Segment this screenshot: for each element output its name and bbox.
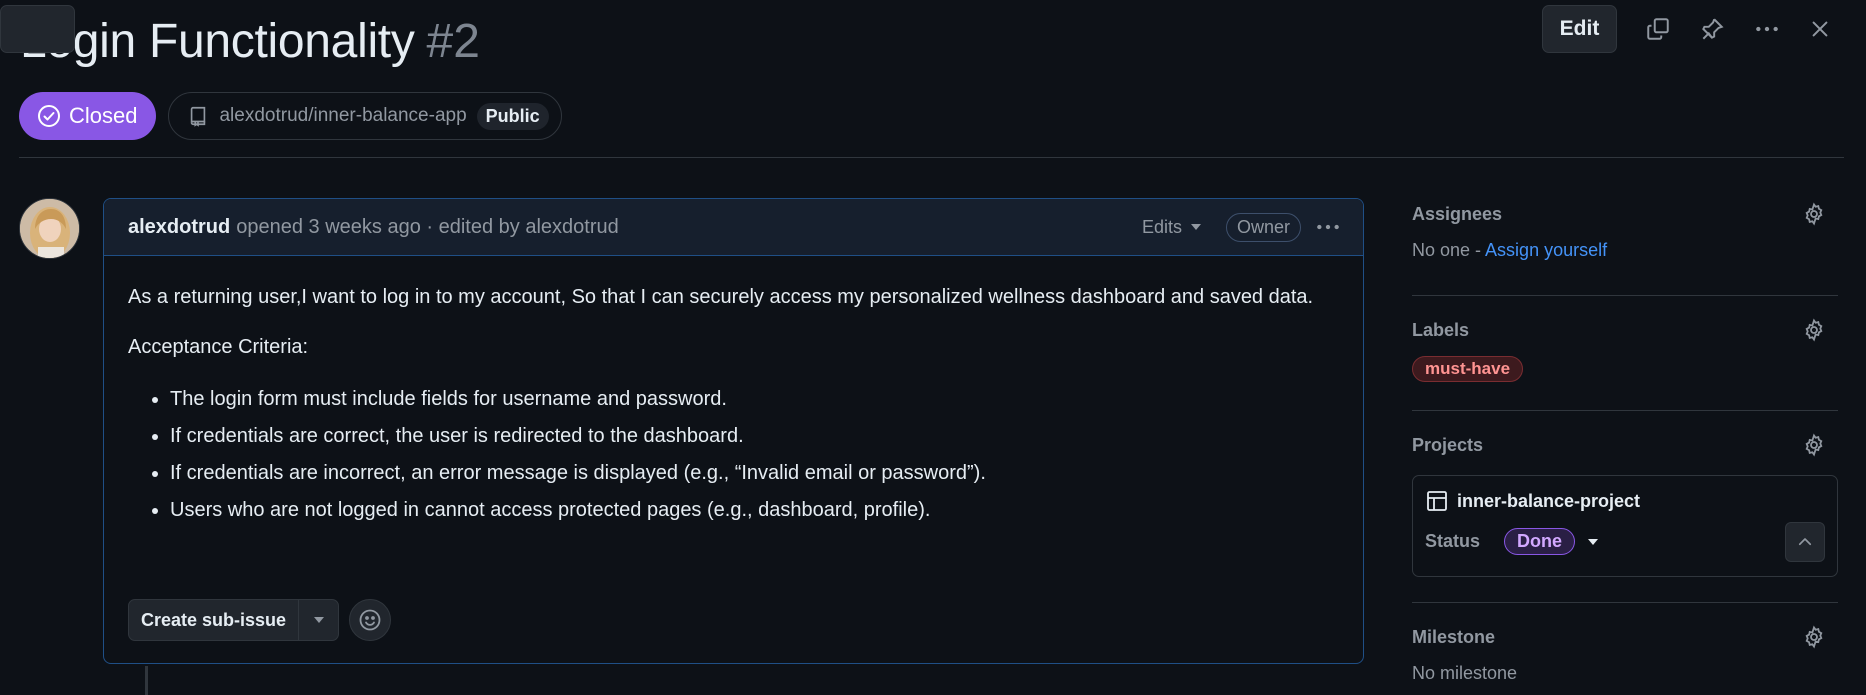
labels-section: Labels must-have xyxy=(1412,296,1838,410)
list-item: If credentials are incorrect, an error m… xyxy=(170,455,1339,492)
visibility-badge: Public xyxy=(476,102,549,130)
issue-title: Login Functionality xyxy=(20,15,415,68)
add-reaction-button[interactable] xyxy=(349,599,392,641)
issue-meta-row: Closed alexdotrud/inner-balance-app Publ… xyxy=(19,92,562,140)
comment-author[interactable]: alexdotrud xyxy=(128,216,230,239)
smiley-icon xyxy=(359,609,381,631)
state-label: Closed xyxy=(69,103,138,128)
table-icon xyxy=(1427,491,1447,511)
issue-sidebar: Assignees No one - Assign yourself Label… xyxy=(1412,200,1838,695)
milestone-value: No milestone xyxy=(1412,663,1518,683)
edit-button[interactable]: Edit xyxy=(1542,5,1617,53)
state-badge-closed: Closed xyxy=(19,92,157,140)
no-assignee-text: No one - xyxy=(1412,240,1486,260)
body-paragraph: Acceptance Criteria: xyxy=(128,336,309,358)
labels-list: must-have xyxy=(1412,356,1838,382)
projects-section: Projects inner-balance-project Status Do… xyxy=(1412,411,1838,602)
projects-heading: Projects xyxy=(1412,435,1484,455)
comment-meta: opened 3 weeks ago · edited by alexdotru… xyxy=(236,215,619,238)
milestone-gear-icon[interactable] xyxy=(1802,625,1826,654)
avatar[interactable] xyxy=(19,198,80,259)
chevron-up-icon xyxy=(1798,538,1812,546)
sub-issue-menu-button[interactable] xyxy=(298,600,338,640)
create-sub-issue-button[interactable]: Create sub-issue xyxy=(129,600,298,640)
status-label: Status xyxy=(1425,531,1481,551)
project-title[interactable]: inner-balance-project xyxy=(1425,489,1640,513)
acceptance-criteria-list: The login form must include fields for u… xyxy=(170,381,1339,529)
assignees-value: No one - Assign yourself xyxy=(1412,240,1838,261)
assignees-section: Assignees No one - Assign yourself xyxy=(1412,200,1838,295)
check-circle-icon xyxy=(38,105,60,127)
caret-down-icon[interactable] xyxy=(1587,538,1599,546)
comment-header-actions: Edits Owner xyxy=(1142,212,1341,242)
assign-yourself-link[interactable]: Assign yourself xyxy=(1485,240,1607,260)
list-item: Users who are not logged in cannot acces… xyxy=(170,492,1339,529)
milestone-section: Milestone No milestone xyxy=(1412,603,1838,695)
owner-badge: Owner xyxy=(1225,212,1301,242)
timeline-line xyxy=(145,666,148,695)
comment-kebab-icon[interactable] xyxy=(1315,214,1341,240)
assignees-heading: Assignees xyxy=(1412,204,1503,224)
list-item: The login form must include fields for u… xyxy=(170,381,1339,418)
body-paragraph: As a returning user,I want to log in to … xyxy=(128,286,1314,308)
issue-title-row: Login Functionality #2 xyxy=(20,14,480,69)
edits-dropdown[interactable]: Edits xyxy=(1142,217,1202,238)
status-badge[interactable]: Done xyxy=(1504,528,1576,555)
edits-label: Edits xyxy=(1141,216,1182,237)
labels-gear-icon[interactable] xyxy=(1802,318,1826,347)
project-status-row: Status Done xyxy=(1425,528,1599,555)
issue-body-comment: alexdotrud opened 3 weeks ago · edited b… xyxy=(103,198,1364,664)
assignees-gear-icon[interactable] xyxy=(1802,202,1826,231)
issue-number: #2 xyxy=(426,15,480,68)
placeholder xyxy=(0,5,75,53)
kebab-icon[interactable] xyxy=(1747,5,1787,53)
repo-icon xyxy=(191,106,206,127)
create-sub-issue-split-button: Create sub-issue xyxy=(128,599,340,641)
copy-icon[interactable] xyxy=(1638,5,1678,53)
collapse-project-button[interactable] xyxy=(1785,522,1825,562)
project-card: inner-balance-project Status Done xyxy=(1412,475,1838,577)
close-icon[interactable] xyxy=(1800,5,1840,53)
list-item: If credentials are correct, the user is … xyxy=(170,418,1339,455)
projects-gear-icon[interactable] xyxy=(1802,433,1826,462)
repo-link[interactable]: alexdotrud/inner-balance-app Public xyxy=(168,92,562,140)
caret-down-icon xyxy=(313,617,324,623)
comment-header: alexdotrud opened 3 weeks ago · edited b… xyxy=(104,199,1363,256)
pin-icon[interactable] xyxy=(1692,5,1732,53)
project-name: inner-balance-project xyxy=(1457,490,1641,511)
label-must-have[interactable]: must-have xyxy=(1412,356,1524,382)
caret-down-icon xyxy=(1190,224,1201,230)
comment-body: As a returning user,I want to log in to … xyxy=(104,256,1363,529)
milestone-heading: Milestone xyxy=(1412,627,1496,647)
comment-actions: Create sub-issue xyxy=(128,599,392,641)
labels-heading: Labels xyxy=(1412,320,1470,340)
header-divider xyxy=(19,157,1844,158)
repo-name: alexdotrud/inner-balance-app xyxy=(219,105,467,126)
